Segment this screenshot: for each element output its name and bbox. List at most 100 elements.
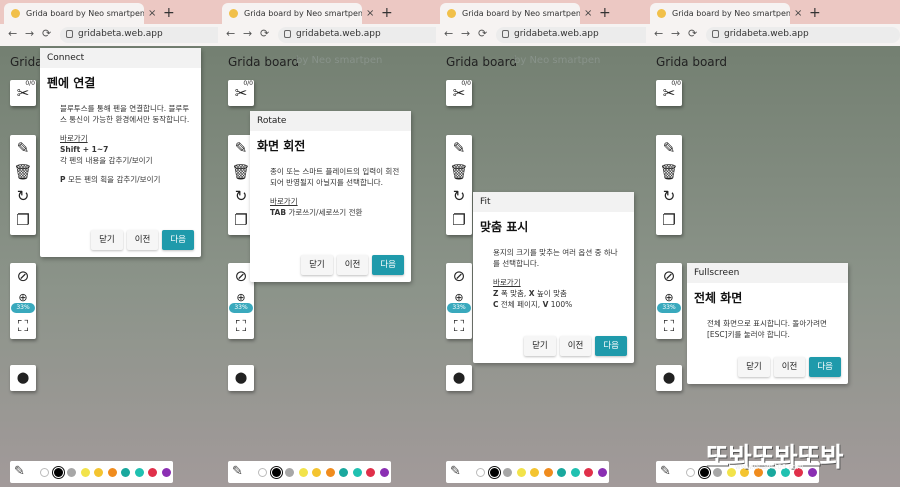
prev-button[interactable]: 이전 [773,357,806,377]
trash-icon[interactable]: 🗑 [656,159,682,185]
forward-icon[interactable]: → [25,27,34,40]
close-button[interactable]: 닫기 [524,336,556,356]
pen-icon[interactable]: ✎ [446,135,472,161]
color-swatch[interactable] [476,468,485,477]
layers-icon[interactable]: ❐ [10,207,36,233]
tab-close-icon[interactable]: × [148,8,156,19]
tab-close-icon[interactable]: × [366,8,374,19]
next-button[interactable]: 다음 [595,336,627,356]
close-button[interactable]: 닫기 [301,255,333,275]
fullscreen-icon[interactable]: ⛶ [446,313,472,339]
color-swatch[interactable] [80,468,90,477]
palette-pen-icon[interactable]: ✎ [450,464,461,479]
pen-icon[interactable]: ✎ [656,135,682,161]
color-swatch[interactable] [134,468,144,477]
color-swatch[interactable] [379,468,389,477]
browser-tab[interactable]: Grida board by Neo smartpen [440,3,580,24]
next-button[interactable]: 다음 [372,255,404,275]
color-swatch[interactable] [148,468,157,477]
new-tab-icon[interactable]: + [163,5,175,21]
color-swatch[interactable] [94,468,103,477]
color-swatch[interactable] [570,468,580,477]
palette-pen-icon[interactable]: ✎ [660,464,671,479]
reload-icon[interactable]: ⟳ [42,27,51,40]
color-swatch[interactable] [530,468,539,477]
color-swatch[interactable] [503,468,512,477]
location-icon[interactable]: ⬤ [228,365,254,391]
new-tab-icon[interactable]: + [381,5,393,21]
forward-icon[interactable]: → [461,27,470,40]
color-swatch[interactable] [325,468,335,477]
color-swatch[interactable] [543,468,553,477]
color-swatch[interactable] [121,468,130,477]
rotate-icon[interactable]: ↻ [656,183,682,209]
shortcut-text: 모든 펜의 획을 감추기/보이기 [67,175,161,184]
new-tab-icon[interactable]: + [809,5,821,21]
prev-button[interactable]: 이전 [336,255,369,275]
shortcut-text: 100% [550,300,573,309]
url-field[interactable]: gridabeta.web.app [278,27,443,43]
forward-icon[interactable]: → [243,27,252,40]
url-field[interactable]: gridabeta.web.app [60,27,225,43]
color-swatch[interactable] [258,468,267,477]
color-swatch[interactable] [516,468,526,477]
layers-icon[interactable]: ❐ [656,207,682,233]
palette-pen-icon[interactable]: ✎ [14,464,25,479]
color-swatch[interactable] [107,468,117,477]
location-icon[interactable]: ⬤ [446,365,472,391]
reload-icon[interactable]: ⟳ [688,27,697,40]
app-title: Grida board [446,55,518,69]
color-swatch[interactable] [161,468,171,477]
back-icon[interactable]: ← [8,27,17,40]
color-swatch[interactable] [51,466,65,479]
color-swatch[interactable] [584,468,593,477]
color-swatch[interactable] [686,468,695,477]
color-swatch[interactable] [597,468,607,477]
color-swatch[interactable] [40,468,49,477]
browser-tab[interactable]: Grida board by Neo smartpen [222,3,362,24]
back-icon[interactable]: ← [444,27,453,40]
back-icon[interactable]: ← [226,27,235,40]
color-swatch[interactable] [298,468,308,477]
rotate-icon[interactable]: ↻ [10,183,36,209]
trash-icon[interactable]: 🗑 [10,159,36,185]
color-swatch[interactable] [352,468,362,477]
tab-close-icon[interactable]: × [584,8,592,19]
browser-tab[interactable]: Grida board by Neo smartpen [650,3,790,24]
close-button[interactable]: 닫기 [738,357,770,377]
fullscreen-icon[interactable]: ⛶ [228,313,254,339]
color-swatch[interactable] [366,468,375,477]
fullscreen-icon[interactable]: ⛶ [656,313,682,339]
new-tab-icon[interactable]: + [599,5,611,21]
browser-tab[interactable]: Grida board by Neo smartpen [4,3,144,24]
prev-button[interactable]: 이전 [559,336,592,356]
tab-close-icon[interactable]: × [794,8,802,19]
next-button[interactable]: 다음 [809,357,841,377]
color-swatch[interactable] [312,468,321,477]
reload-icon[interactable]: ⟳ [260,27,269,40]
location-icon[interactable]: ⬤ [10,365,36,391]
color-swatch[interactable] [67,468,76,477]
trash-icon[interactable]: 🗑 [446,159,472,185]
color-swatch[interactable] [285,468,294,477]
layers-icon[interactable]: ❐ [446,207,472,233]
lock-icon [712,30,719,38]
forward-icon[interactable]: → [671,27,680,40]
next-button[interactable]: 다음 [162,230,194,250]
url-field[interactable]: gridabeta.web.app [706,27,900,43]
url-field[interactable]: gridabeta.web.app [496,27,661,43]
fullscreen-icon[interactable]: ⛶ [10,313,36,339]
location-icon[interactable]: ⬤ [656,365,682,391]
back-icon[interactable]: ← [654,27,663,40]
prev-button[interactable]: 이전 [126,230,159,250]
close-button[interactable]: 닫기 [91,230,123,250]
zoom-level: 33% [11,303,35,313]
reload-icon[interactable]: ⟳ [478,27,487,40]
color-swatch[interactable] [557,468,566,477]
color-swatch[interactable] [339,468,348,477]
color-swatch[interactable] [487,466,501,479]
pen-icon[interactable]: ✎ [10,135,36,161]
color-swatch[interactable] [269,466,283,479]
rotate-icon[interactable]: ↻ [446,183,472,209]
palette-pen-icon[interactable]: ✎ [232,464,243,479]
